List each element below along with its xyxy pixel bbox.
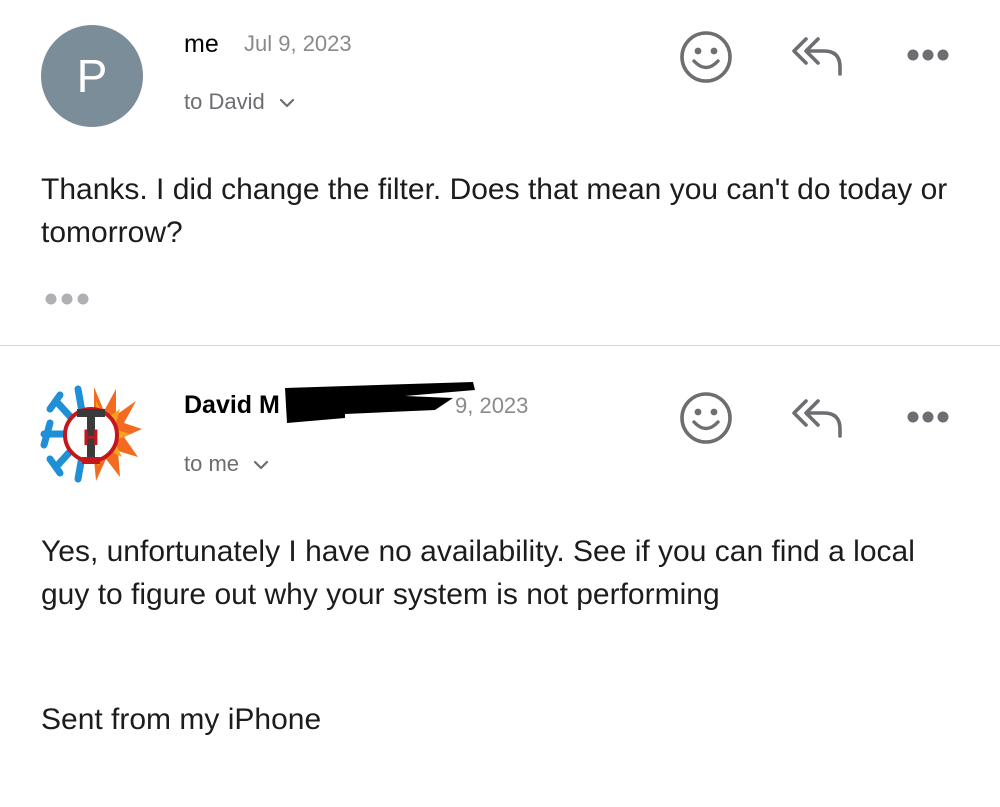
sender-name[interactable]: me — [184, 30, 219, 59]
email-signature: Sent from my iPhone — [41, 703, 322, 736]
recipient-toggle[interactable]: to me — [184, 451, 269, 477]
message-body: Yes, unfortunately I have no availabilit… — [41, 535, 915, 611]
message-date: Jul 9, 2023 — [244, 31, 352, 56]
show-quoted-text-icon[interactable] — [44, 292, 90, 306]
more-horizontal-icon[interactable] — [906, 409, 950, 425]
recipient-toggle[interactable]: to David — [184, 89, 295, 115]
chevron-down-icon — [279, 99, 294, 108]
recipient-label: to me — [184, 451, 240, 476]
sender-avatar[interactable]: P — [41, 25, 143, 127]
redaction-mark — [285, 382, 475, 423]
more-horizontal-icon[interactable] — [906, 47, 950, 63]
chevron-down-icon — [254, 461, 269, 470]
recipient-label: to David — [184, 89, 265, 114]
email-message-2: H David M 9, 2023 to me Yes, unfortunate… — [0, 346, 1000, 807]
message-body: Thanks. I did change the filter. Does th… — [41, 173, 948, 249]
sender-name[interactable]: David M — [184, 391, 280, 420]
smiley-icon[interactable] — [679, 391, 733, 445]
reply-all-icon[interactable] — [790, 398, 846, 440]
avatar-initial: P — [76, 50, 108, 102]
reply-all-icon[interactable] — [790, 36, 846, 78]
email-message-1: P me Jul 9, 2023 to David Thanks. I did … — [0, 0, 1000, 345]
heating-cooling-logo-icon[interactable]: H — [36, 379, 146, 489]
logo-letter: H — [83, 425, 99, 450]
smiley-icon[interactable] — [679, 30, 733, 84]
